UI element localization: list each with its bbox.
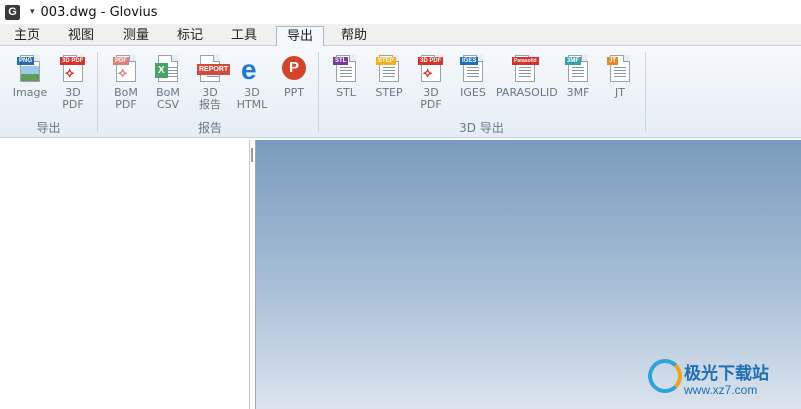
export-3mf-button[interactable]: 3MF 3MF bbox=[555, 54, 601, 99]
watermark-logo-icon bbox=[648, 359, 682, 393]
button-label: PPT bbox=[284, 86, 304, 99]
quick-access-dropdown-icon[interactable]: ▾ bbox=[30, 7, 35, 17]
splitter-grip[interactable] bbox=[251, 148, 253, 162]
step-file-icon: STEP bbox=[376, 54, 402, 84]
export-3d-html-button[interactable]: e 3D HTML bbox=[229, 54, 275, 111]
export-3d-pdf-button[interactable]: 3D PDF ⟡ 3D PDF bbox=[50, 54, 96, 111]
group-label-export: 导出 bbox=[36, 121, 61, 135]
watermark-brand: 极光下载站 bbox=[684, 364, 769, 384]
window-title: 003.dwg - Glovius bbox=[40, 4, 158, 20]
group-label-3d-export: 3D 导出 bbox=[459, 121, 504, 135]
button-label: 3D 报告 bbox=[199, 86, 221, 111]
jt-file-icon: JT bbox=[607, 54, 633, 84]
tab-help[interactable]: 帮助 bbox=[333, 26, 375, 47]
group-separator bbox=[645, 52, 646, 132]
pdf-icon: 3D PDF ⟡ bbox=[418, 54, 444, 84]
tab-measure[interactable]: 测量 bbox=[115, 26, 157, 47]
button-label: BoM PDF bbox=[114, 86, 138, 111]
powerpoint-icon: P bbox=[281, 54, 307, 84]
pdf-icon: PDF ⟡ bbox=[113, 54, 139, 84]
report-icon: REPORT bbox=[197, 54, 231, 84]
export-3d-pdf-button-2[interactable]: 3D PDF ⟡ 3D PDF bbox=[408, 54, 454, 111]
iges-file-icon: IGES bbox=[460, 54, 486, 84]
export-parasolid-button[interactable]: Parasolid PARASOLID bbox=[496, 54, 558, 99]
export-ppt-button[interactable]: P PPT bbox=[271, 54, 317, 99]
edge-html-icon: e bbox=[241, 54, 257, 85]
stl-file-icon: STL bbox=[333, 54, 359, 84]
model-tree-panel[interactable] bbox=[0, 140, 250, 409]
app-icon[interactable]: G bbox=[5, 4, 20, 20]
button-label: 3MF bbox=[566, 86, 590, 99]
button-label: 3D PDF bbox=[420, 86, 442, 111]
tab-export[interactable]: 导出 bbox=[276, 26, 324, 47]
button-label: IGES bbox=[460, 86, 486, 99]
3mf-file-icon: 3MF bbox=[565, 54, 591, 84]
tab-view[interactable]: 视图 bbox=[60, 26, 102, 47]
button-label: STEP bbox=[375, 86, 403, 99]
excel-csv-icon: X bbox=[155, 54, 181, 84]
tab-markup[interactable]: 标记 bbox=[169, 26, 211, 47]
png-image-icon: PNG bbox=[17, 54, 43, 84]
menu-tab-bar: 主页 视图 测量 标记 工具 导出 帮助 bbox=[0, 24, 801, 47]
group-separator bbox=[97, 52, 98, 132]
pdf-icon: 3D PDF ⟡ bbox=[60, 54, 86, 84]
export-bom-csv-button[interactable]: X BoM CSV bbox=[145, 54, 191, 111]
button-label: STL bbox=[336, 86, 356, 99]
tab-tools[interactable]: 工具 bbox=[223, 26, 265, 47]
watermark-url: www.xz7.com bbox=[684, 383, 758, 397]
group-label-report: 报告 bbox=[197, 121, 222, 135]
button-label: JT bbox=[615, 86, 625, 99]
button-label: PARASOLID bbox=[496, 86, 558, 99]
tab-home[interactable]: 主页 bbox=[6, 26, 48, 47]
export-3d-report-button[interactable]: REPORT 3D 报告 bbox=[187, 54, 233, 111]
export-stl-button[interactable]: STL STL bbox=[323, 54, 369, 99]
export-ribbon: 导出 报告 3D 导出 PNG Image 3D PDF ⟡ 3D PDF PD… bbox=[0, 46, 801, 138]
button-label: 3D PDF bbox=[62, 86, 84, 111]
export-iges-button[interactable]: IGES IGES bbox=[450, 54, 496, 99]
export-image-button[interactable]: PNG Image bbox=[7, 54, 53, 99]
watermark: 极光下载站 www.xz7.com bbox=[644, 355, 801, 409]
button-label: 3D HTML bbox=[236, 86, 268, 111]
export-bom-pdf-button[interactable]: PDF ⟡ BoM PDF bbox=[103, 54, 149, 111]
export-step-button[interactable]: STEP STEP bbox=[366, 54, 412, 99]
title-bar: G ▾ 003.dwg - Glovius bbox=[0, 0, 801, 24]
button-label: BoM CSV bbox=[156, 86, 180, 111]
parasolid-file-icon: Parasolid bbox=[512, 54, 539, 84]
export-jt-button[interactable]: JT JT bbox=[597, 54, 643, 99]
button-label: Image bbox=[12, 86, 48, 99]
